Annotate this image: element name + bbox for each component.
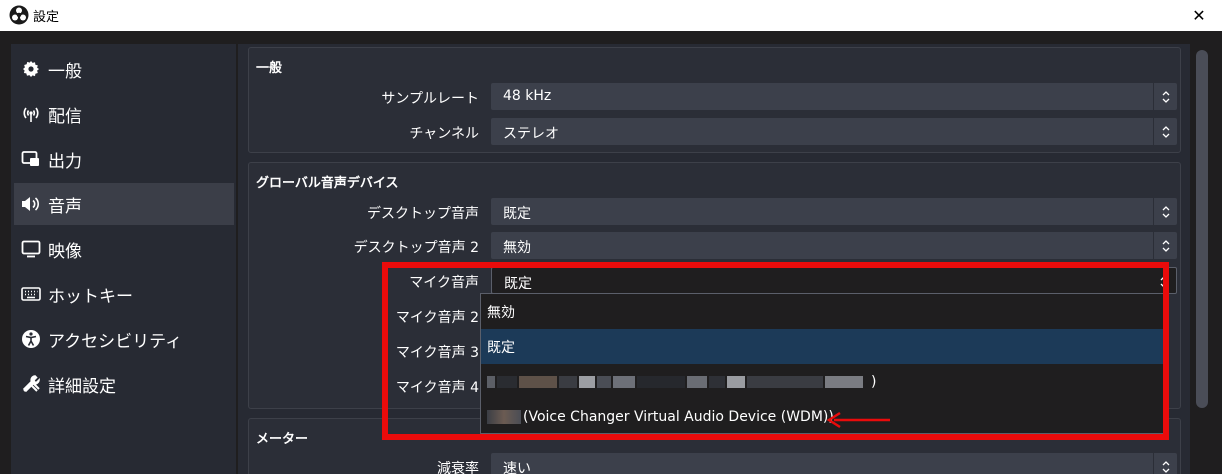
gear-icon xyxy=(20,58,42,80)
sidebar-item-label: 出力 xyxy=(48,151,82,172)
tools-icon xyxy=(20,373,42,395)
decay-rate-select[interactable]: 速い xyxy=(491,453,1177,474)
updown-arrow-icon xyxy=(1153,453,1177,474)
channels-label: チャンネル xyxy=(409,126,479,142)
group-title: メーター xyxy=(256,432,309,447)
sidebar-item-accessibility[interactable]: アクセシビリティ xyxy=(14,318,234,360)
decay-rate-label: 減衰率 xyxy=(437,461,479,474)
group-title: グローバル音声デバイス xyxy=(256,176,399,191)
sidebar-item-general[interactable]: 一般 xyxy=(14,48,234,90)
settings-sidebar: 一般 配信 出力 音声 映像 ホットキー アクセシビリティ 詳細設定 xyxy=(11,44,236,474)
select-value: 速い xyxy=(503,461,531,474)
sidebar-item-label: 詳細設定 xyxy=(48,376,116,397)
sample-rate-label: サンプルレート xyxy=(381,91,479,107)
select-value: 無効 xyxy=(503,240,531,256)
obs-logo-icon xyxy=(9,5,29,25)
desktop-audio-label: デスクトップ音声 xyxy=(367,206,479,222)
sidebar-item-label: 音声 xyxy=(48,196,82,217)
group-title: 一般 xyxy=(256,61,283,76)
desktop-audio-2-label: デスクトップ音声 2 xyxy=(353,240,479,256)
scrollbar-thumb[interactable] xyxy=(1196,50,1208,408)
annotation-arrow-icon xyxy=(826,411,890,429)
sidebar-item-output[interactable]: 出力 xyxy=(14,138,234,180)
close-button[interactable]: ✕ xyxy=(1176,0,1222,31)
sidebar-item-stream[interactable]: 配信 xyxy=(14,93,234,135)
sidebar-item-video[interactable]: 映像 xyxy=(14,228,234,270)
sidebar-item-label: 映像 xyxy=(48,241,82,262)
speaker-icon xyxy=(20,193,42,215)
broadcast-icon xyxy=(20,103,42,125)
accessibility-icon xyxy=(20,328,42,350)
desktop-audio-select[interactable]: 既定 xyxy=(491,198,1177,225)
sample-rate-select[interactable]: 48 kHz xyxy=(491,83,1177,110)
window-title: 設定 xyxy=(33,10,60,25)
sidebar-item-label: ホットキー xyxy=(48,286,133,307)
sidebar-item-label: アクセシビリティ xyxy=(48,331,183,352)
updown-arrow-icon xyxy=(1153,118,1177,145)
select-value: 48 kHz xyxy=(503,88,552,104)
updown-arrow-icon xyxy=(1153,83,1177,110)
annotation-highlight-box xyxy=(382,262,1169,440)
sidebar-item-label: 一般 xyxy=(48,61,82,82)
sidebar-item-label: 配信 xyxy=(48,106,82,127)
desktop-audio-2-select[interactable]: 無効 xyxy=(491,232,1177,259)
sidebar-item-hotkeys[interactable]: ホットキー xyxy=(14,273,234,315)
output-icon xyxy=(20,148,42,170)
select-value: ステレオ xyxy=(503,126,559,142)
updown-arrow-icon xyxy=(1153,232,1177,259)
general-group: 一般 サンプルレート 48 kHz チャンネル ステレオ xyxy=(248,47,1181,153)
title-bar: 設定 ✕ xyxy=(0,0,1222,31)
sidebar-item-audio[interactable]: 音声 xyxy=(14,183,234,225)
updown-arrow-icon xyxy=(1153,198,1177,225)
select-value: 既定 xyxy=(503,206,531,222)
channels-select[interactable]: ステレオ xyxy=(491,118,1177,145)
close-icon: ✕ xyxy=(1192,6,1206,25)
monitor-icon xyxy=(20,238,42,260)
keyboard-icon xyxy=(20,283,42,305)
sidebar-item-advanced[interactable]: 詳細設定 xyxy=(14,363,234,405)
